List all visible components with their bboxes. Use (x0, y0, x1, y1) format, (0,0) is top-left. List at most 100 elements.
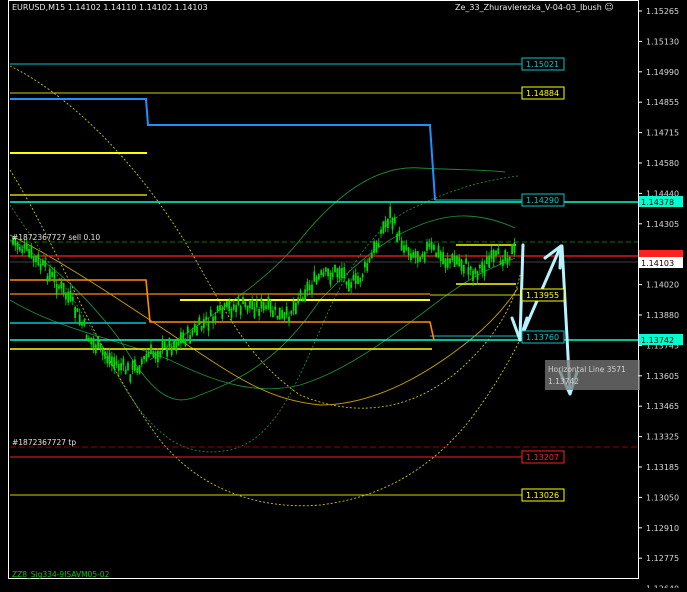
level-tag-text: 1.15021 (526, 60, 559, 69)
candle-body (62, 282, 65, 295)
candle-body (143, 356, 145, 360)
candle-body (32, 256, 35, 263)
candle-body (472, 270, 474, 282)
candle-body (465, 258, 467, 264)
candle-body (191, 330, 194, 335)
candle-body (437, 245, 440, 258)
candle-body (504, 250, 507, 261)
segment-lines[interactable] (10, 98, 516, 350)
candle-body (16, 242, 19, 250)
candle-body (104, 351, 106, 359)
candle-body (428, 243, 431, 247)
candle-body (421, 254, 424, 258)
candle-body (30, 245, 33, 258)
candle-body (391, 218, 394, 230)
candle-body (442, 252, 444, 265)
candle-body (88, 337, 90, 342)
candle-body (327, 268, 329, 277)
candle-body (502, 259, 504, 266)
candle-body (329, 272, 332, 285)
candle-body (373, 241, 375, 253)
level-tags[interactable]: 1.15021 1.14884 1.14290 1.13955 1.13760 1.132… (521, 57, 565, 502)
candle-body (163, 341, 166, 348)
candle-body (69, 290, 72, 301)
candle-body (387, 218, 389, 228)
candle-body (113, 357, 116, 370)
candle-body (46, 275, 49, 282)
candle-body (324, 267, 327, 272)
candle-body (308, 284, 311, 291)
tooltip-line1: Horizontal Line 3571 (548, 365, 626, 374)
candle-body (92, 337, 95, 348)
candle-body (129, 374, 132, 382)
candle-body (74, 307, 76, 318)
candle-body (51, 271, 53, 277)
candle-body (120, 363, 122, 371)
candle-body (318, 274, 320, 280)
candle-body (412, 252, 415, 258)
candle-body (281, 310, 283, 319)
candle-body (127, 362, 129, 371)
candle-body (430, 241, 433, 250)
candle-body (186, 326, 189, 333)
price-axis-label: 1.13605 (646, 372, 679, 381)
candle-body (474, 268, 477, 274)
candle-body (159, 350, 162, 358)
price-axis-label: 1.14580 (646, 159, 679, 168)
candle-body (193, 324, 196, 332)
candle-body (44, 260, 47, 268)
candle-body (419, 256, 421, 262)
candle-body (124, 369, 127, 374)
candle-body (221, 307, 224, 319)
tooltip-line2: 1.13742 (548, 377, 579, 386)
candle-body (76, 308, 79, 312)
chart-window[interactable]: Horizontal Line 3571 1.13742 #1872367727… (0, 0, 687, 592)
candle-body (485, 256, 488, 265)
price-axis-label: 1.13325 (646, 433, 679, 442)
candle-body (338, 267, 341, 279)
price-axis-label: 1.15265 (646, 7, 679, 16)
candle-body (343, 267, 346, 279)
candle-body (483, 265, 486, 277)
axis-tag-1-14378: 1.14378 (641, 198, 674, 207)
candle-body (364, 261, 366, 268)
candle-body (453, 255, 456, 268)
candle-body (166, 348, 168, 357)
sell-order-label: #1872367727 sell 0.10 (12, 233, 100, 242)
candle-body (370, 252, 373, 259)
candle-body (354, 273, 357, 284)
candle-body (336, 268, 339, 278)
candle-body (154, 351, 157, 360)
candle-body (78, 314, 81, 326)
candle-body (341, 268, 343, 278)
candle-body (469, 266, 472, 270)
candle-body (320, 270, 323, 275)
candle-body (400, 240, 403, 251)
candle-body (269, 300, 272, 313)
current-price-tag: 1.14103 (641, 259, 674, 268)
candle-body (393, 217, 396, 224)
candle-body (232, 304, 235, 310)
candle-body (368, 257, 371, 262)
price-axis-label: 1.12640 (646, 585, 679, 588)
candle-body (122, 358, 125, 365)
level-tag-text: 1.13026 (526, 491, 559, 500)
candle-body (230, 308, 233, 318)
price-axis-label: 1.13185 (646, 463, 679, 472)
candle-body (476, 271, 479, 280)
price-axis-label: 1.14715 (646, 129, 679, 138)
candle-body (136, 368, 139, 373)
candle-body (173, 339, 175, 348)
price-chart[interactable]: Horizontal Line 3571 1.13742 #1872367727… (0, 0, 687, 592)
candle-body (106, 355, 109, 364)
candle-body (21, 248, 24, 254)
candle-body (506, 257, 509, 265)
candle-body (352, 275, 355, 281)
candle-body (212, 316, 214, 324)
candle-body (416, 251, 419, 263)
candle-body (274, 306, 277, 310)
candle-body (249, 300, 251, 309)
candle-body (446, 258, 449, 268)
candle-body (380, 229, 382, 234)
price-axis: 1.15265 1.15130 1.14990 1.14855 1.14715 1.145… (638, 7, 679, 592)
